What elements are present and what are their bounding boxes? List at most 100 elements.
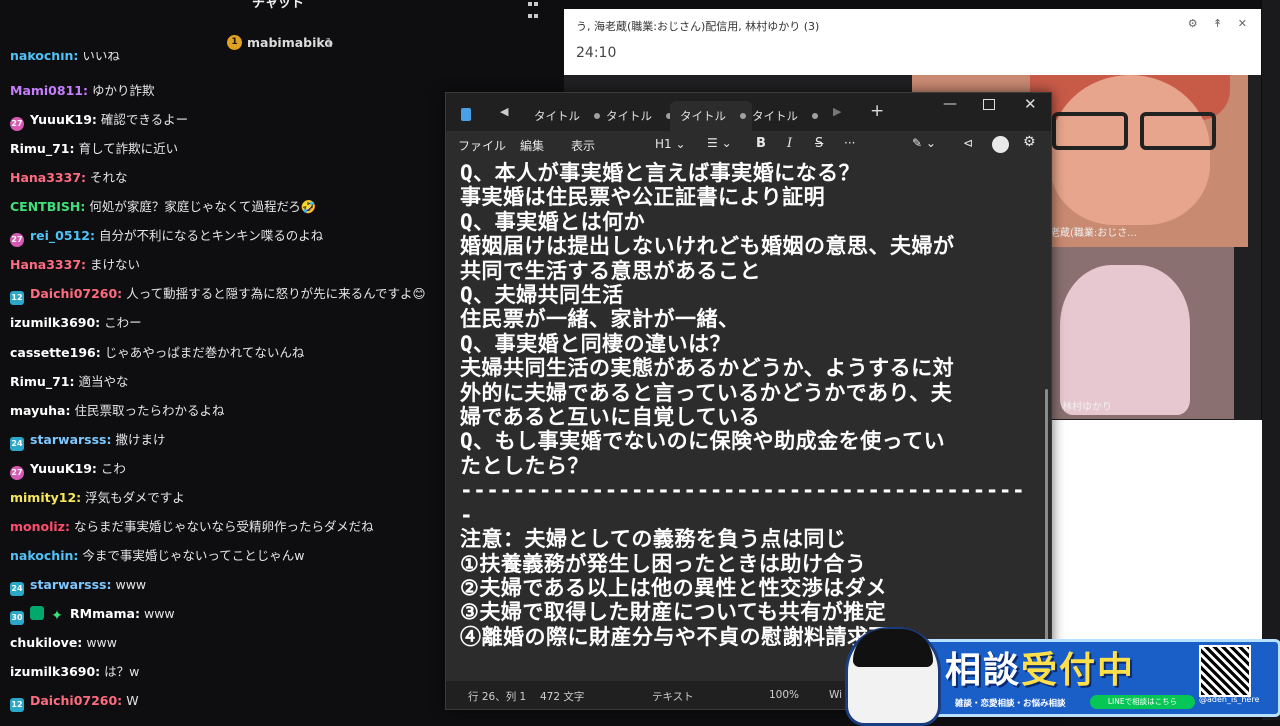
text-editor[interactable]: Q、本人が事実婚と言えば事実婚になる？ 事実婚は住民票や公正証書により証明 Q、… bbox=[446, 159, 1051, 681]
participant-1-face bbox=[1050, 75, 1210, 225]
chat-username[interactable]: Daichi07260: bbox=[30, 286, 122, 301]
zoom-level[interactable]: 100% bbox=[769, 689, 799, 701]
close-button[interactable]: ✕ bbox=[1024, 95, 1037, 113]
minimize-button[interactable]: — bbox=[943, 96, 957, 112]
banner-headline: 相談受付中 bbox=[945, 641, 1135, 693]
chat-message: chukilove: www bbox=[10, 633, 117, 653]
line-link[interactable]: LINEで相談はこちら bbox=[1090, 695, 1195, 709]
menu-view[interactable]: 表示 bbox=[571, 137, 595, 154]
chat-username[interactable]: starwarsss: bbox=[30, 432, 111, 447]
settings-gear-icon[interactable]: ⚙ bbox=[1023, 134, 1036, 150]
chat-message: 12 Daichi07260: W bbox=[10, 691, 139, 713]
chat-username[interactable]: izumilk3690: bbox=[10, 315, 100, 330]
chat-message: Hana3337: まけない bbox=[10, 255, 140, 275]
chat-text: こわ bbox=[100, 460, 126, 476]
chat-text: じゃあやっぱまだ巻かれてないんね bbox=[104, 344, 305, 360]
chat-username[interactable]: izumilk3690: bbox=[10, 664, 100, 679]
menu-edit[interactable]: 編集 bbox=[520, 137, 544, 154]
chat-text: www bbox=[115, 576, 147, 592]
chat-username[interactable]: mimity12: bbox=[10, 490, 81, 505]
call-title: う, 海老蔵(職業:おじさん)配信用, 林村ゆかり (3) bbox=[576, 20, 820, 33]
chat-text: W bbox=[126, 693, 139, 709]
tab-2[interactable]: タイトル bbox=[596, 101, 676, 131]
chat-header: チャット bbox=[0, 0, 560, 18]
chat-message: 24 starwarsss: www bbox=[10, 575, 147, 596]
chat-users-icon[interactable] bbox=[527, 0, 541, 18]
rank-badge-icon: 1 bbox=[227, 35, 242, 50]
chat-username[interactable]: Mami0811: bbox=[10, 83, 88, 98]
chat-username[interactable]: YuuuK19: bbox=[30, 112, 97, 127]
line-ending[interactable]: Wi bbox=[829, 689, 842, 701]
chat-username[interactable]: YuuuK19: bbox=[30, 461, 97, 476]
chat-message: Rimu_71: 育して詐欺に近い bbox=[10, 139, 178, 159]
maximize-button[interactable] bbox=[983, 99, 995, 110]
tab-scroll-right-icon[interactable]: ▶ bbox=[833, 105, 841, 118]
list-dropdown[interactable]: ☰ ⌄ bbox=[707, 136, 732, 150]
chat-text: 何処が家庭？家庭じゃなくて過程だろ🤣 bbox=[89, 199, 317, 215]
chat-username[interactable]: Rimu_71: bbox=[10, 374, 74, 389]
subscriber-badge-icon[interactable]: 12 bbox=[10, 291, 24, 306]
glasses-right-lens bbox=[1140, 112, 1216, 150]
chat-username[interactable]: Hana3337: bbox=[10, 257, 86, 272]
pen-icon[interactable]: ✎ ⌄ bbox=[912, 136, 936, 150]
sparkle-badge-icon[interactable]: ✦ bbox=[50, 609, 64, 623]
chat-message: mimity12: 浮気もダメですよ bbox=[10, 488, 185, 508]
subscriber-badge-icon[interactable]: 12 bbox=[10, 698, 24, 713]
chat-username[interactable]: chukilove: bbox=[10, 635, 82, 650]
heading-dropdown[interactable]: H1 ⌄ bbox=[655, 137, 686, 151]
chat-username[interactable]: monoliz: bbox=[10, 519, 70, 534]
chat-username[interactable]: Daichi07260: bbox=[30, 693, 122, 708]
chat-text: こわー bbox=[104, 315, 142, 331]
chat-username[interactable]: CENTBISH: bbox=[10, 199, 85, 214]
tab-3-active[interactable]: タイトル bbox=[670, 101, 752, 131]
tab-4[interactable]: タイトル bbox=[742, 101, 824, 131]
chat-text: 住民票取ったらわかるよね bbox=[74, 402, 225, 418]
italic-button[interactable]: I bbox=[787, 136, 792, 151]
participant-2-figure bbox=[1060, 265, 1190, 415]
editor-content[interactable]: Q、本人が事実婚と言えば事実婚になる？ 事実婚は住民票や公正証書により証明 Q、… bbox=[460, 161, 1035, 649]
tab-label: タイトル bbox=[752, 109, 798, 123]
tab-scroll-left-icon[interactable]: ◀ bbox=[500, 105, 508, 118]
subscriber-badge-icon[interactable]: 24 bbox=[10, 581, 24, 596]
chat-username[interactable]: starwarsss: bbox=[30, 577, 111, 592]
subscriber-badge-icon[interactable]: 24 bbox=[10, 436, 24, 451]
chat-text: ならまだ事実婚じゃないなら受精卵作ったらダメだね bbox=[73, 518, 374, 534]
chat-message: izumilk3690: は？w bbox=[10, 662, 139, 682]
banner-headline-b: 受付中 bbox=[1021, 649, 1136, 691]
chat-username[interactable]: Hana3337: bbox=[10, 170, 86, 185]
chat-text: 確認できるよー bbox=[100, 112, 189, 128]
chat-text: まけない bbox=[90, 257, 141, 273]
chat-username[interactable]: RMmama: bbox=[70, 606, 140, 621]
menu-bar: ファイル 編集 表示 H1 ⌄ ☰ ⌄ B I S ··· ✎ ⌄ ⊲ ⚙ bbox=[446, 131, 1051, 159]
chat-username[interactable]: nakochin: bbox=[10, 548, 78, 563]
chat-username[interactable]: Rimu_71: bbox=[10, 141, 74, 156]
chat-username[interactable]: mayuha: bbox=[10, 403, 70, 418]
bold-button[interactable]: B bbox=[756, 136, 766, 151]
chat-message: Mami0811: ゆかり詐欺 bbox=[10, 81, 155, 101]
chat-message: nakochin: 今まで事実婚じゃないってことじゃんw bbox=[10, 546, 305, 566]
pinned-count: 1 bbox=[325, 35, 333, 50]
account-avatar[interactable] bbox=[992, 136, 1009, 153]
tier-badge-icon[interactable] bbox=[30, 605, 44, 620]
strikethrough-button[interactable]: S bbox=[815, 136, 823, 151]
chat-text: 育して詐欺に近い bbox=[78, 141, 179, 157]
subscriber-badge-icon[interactable]: 30 bbox=[10, 610, 24, 625]
glasses-left-lens bbox=[1052, 112, 1128, 150]
chat-message: 27 YuuuK19: こわ bbox=[10, 459, 126, 480]
format-indicator: テキスト bbox=[652, 691, 694, 703]
chat-username[interactable]: cassette196: bbox=[10, 345, 101, 360]
new-tab-button[interactable]: + bbox=[870, 101, 884, 121]
supporter-badge-icon[interactable]: 27 bbox=[10, 233, 24, 248]
tab-bar: ◀ タイトル タイトル タイトル タイトル ▶ + — ✕ bbox=[446, 93, 1051, 131]
menu-file[interactable]: ファイル bbox=[458, 137, 506, 154]
more-options-button[interactable]: ··· bbox=[844, 136, 855, 150]
chat-username[interactable]: rei_0512: bbox=[30, 228, 95, 243]
tab-label: タイトル bbox=[606, 109, 652, 123]
share-icon[interactable]: ⊲ bbox=[963, 136, 973, 150]
chat-message: CENTBISH: 何処が家庭？家庭じゃなくて過程だろ🤣 bbox=[10, 197, 316, 217]
pinned-leaderboard[interactable]: 1 mabimabiko 1 bbox=[0, 32, 560, 54]
supporter-badge-icon[interactable]: 27 bbox=[10, 117, 24, 132]
call-window-controls[interactable]: ⚙ ↟ ✕ bbox=[1188, 17, 1253, 30]
chat-text: 撒けまけ bbox=[115, 431, 166, 447]
supporter-badge-icon[interactable]: 27 bbox=[10, 465, 24, 480]
